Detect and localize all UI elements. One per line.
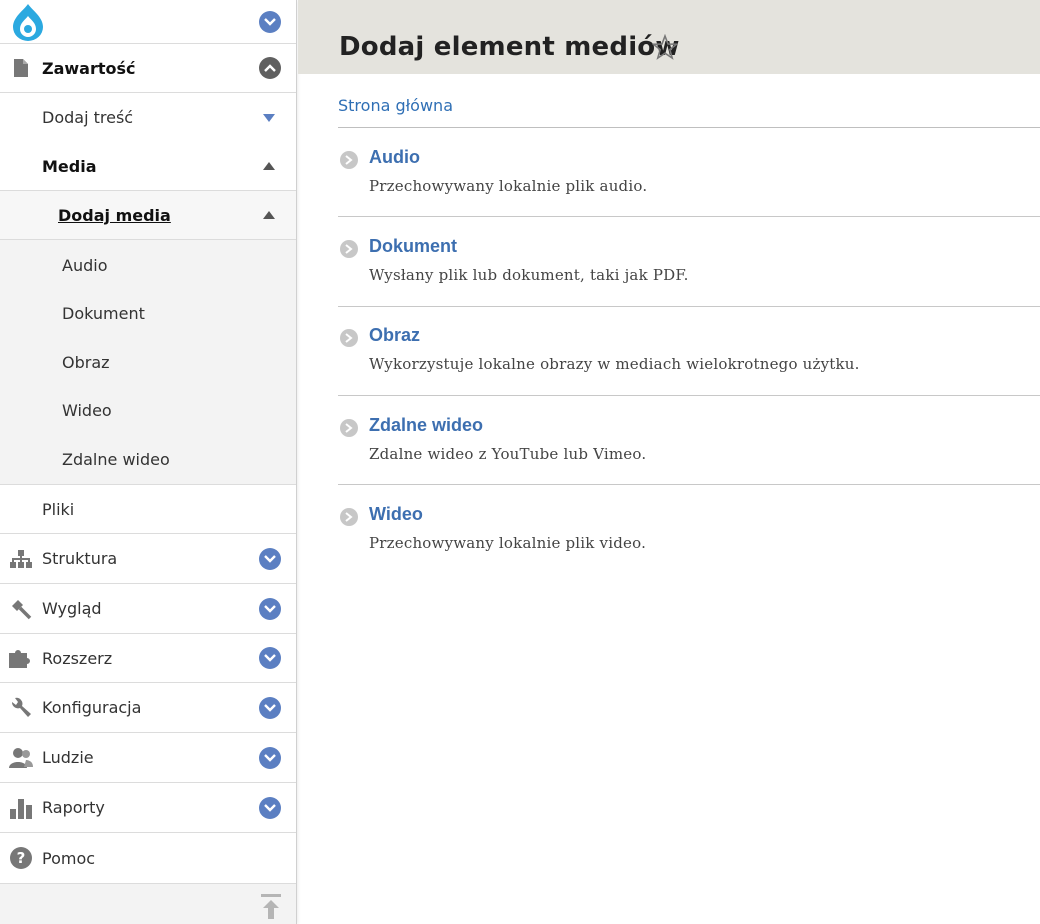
arrow-right-icon [340, 240, 358, 258]
help-icon: ? [8, 845, 34, 871]
sidebar-item-rozszerz[interactable]: Rozszerz [0, 634, 296, 683]
sidebar-item-label: Dodaj media [58, 205, 171, 225]
chevron-up-icon[interactable] [259, 57, 281, 79]
puzzle-icon [8, 645, 34, 671]
sidebar-subitem-zdalne-wideo[interactable]: Zdalne wideo [62, 450, 170, 469]
media-type-entry-wideo: Wideo Przechowywany lokalnie plik video. [338, 504, 1040, 554]
media-type-link[interactable]: Obraz [369, 325, 420, 346]
drupal-logo-icon[interactable] [9, 2, 47, 46]
sidebar-item-label: Zawartość [42, 58, 136, 78]
arrow-right-icon [340, 151, 358, 169]
arrow-right-icon [340, 329, 358, 347]
media-type-description: Zdalne wideo z YouTube lub Vimeo. [369, 445, 647, 463]
triangle-up-icon[interactable] [262, 161, 276, 171]
media-type-link[interactable]: Wideo [369, 504, 423, 525]
media-type-entry-obraz: Obraz Wykorzystuje lokalne obrazy w medi… [338, 325, 1040, 375]
collapse-sidebar-icon[interactable] [261, 894, 281, 924]
paintbrush-icon [8, 596, 34, 622]
submenu-dodaj-media: Audio Dokument Obraz Wideo Zdalne wideo [0, 240, 296, 485]
triangle-down-icon[interactable] [262, 113, 276, 123]
media-type-description: Przechowywany lokalnie plik audio. [369, 177, 648, 195]
sitemap-icon [8, 546, 34, 572]
breadcrumb-home-link[interactable]: Strona główna [338, 96, 453, 115]
media-type-link[interactable]: Zdalne wideo [369, 415, 483, 436]
sidebar-item-pliki[interactable]: Pliki [0, 485, 296, 534]
sidebar-item-struktura[interactable]: Struktura [0, 534, 296, 584]
document-icon [8, 55, 34, 81]
star-icon[interactable] [651, 33, 679, 60]
bar-chart-icon [8, 795, 34, 821]
page-title: Dodaj element mediów [339, 32, 680, 62]
people-icon [8, 745, 34, 771]
sidebar-footer [0, 883, 296, 924]
wrench-icon [8, 695, 34, 721]
divider [338, 216, 1040, 217]
sidebar-item-label: Struktura [42, 549, 118, 568]
divider [338, 306, 1040, 307]
sidebar-item-label: Wygląd [42, 599, 102, 618]
media-type-description: Przechowywany lokalnie plik video. [369, 534, 647, 552]
media-type-link[interactable]: Dokument [369, 236, 457, 257]
sidebar-item-media[interactable]: Media [0, 142, 296, 191]
sidebar-item-dodaj-media[interactable]: Dodaj media [0, 191, 296, 240]
chevron-down-icon[interactable] [259, 597, 281, 620]
triangle-up-icon[interactable] [262, 210, 276, 220]
sidebar-logo-row [0, 0, 296, 44]
chevron-down-icon[interactable] [259, 746, 281, 769]
media-type-description: Wykorzystuje lokalne obrazy w mediach wi… [369, 355, 860, 373]
media-type-link[interactable]: Audio [369, 147, 420, 168]
sidebar-item-label: Media [42, 156, 97, 176]
sidebar-item-pomoc[interactable]: ? Pomoc [0, 833, 296, 883]
divider [338, 127, 1040, 128]
sidebar-subitem-wideo[interactable]: Wideo [62, 401, 112, 420]
sidebar-item-label: Raporty [42, 798, 105, 817]
chevron-down-icon[interactable] [259, 547, 281, 570]
sidebar-subitem-audio[interactable]: Audio [62, 256, 107, 275]
sidebar-item-raporty[interactable]: Raporty [0, 783, 296, 833]
media-type-entry-zdalne-wideo: Zdalne wideo Zdalne wideo z YouTube lub … [338, 415, 1040, 465]
sidebar-item-label: Ludzie [42, 748, 94, 767]
sidebar-item-label: Konfiguracja [42, 698, 142, 717]
media-type-entry-dokument: Dokument Wysłany plik lub dokument, taki… [338, 236, 1040, 286]
sidebar-item-label: Dodaj treść [42, 108, 134, 127]
sidebar-item-zawartosc[interactable]: Zawartość [0, 44, 296, 93]
chevron-down-icon[interactable] [259, 647, 281, 669]
sidebar-item-wyglad[interactable]: Wygląd [0, 584, 296, 634]
sidebar-subitem-obraz[interactable]: Obraz [62, 353, 110, 372]
divider [338, 484, 1040, 485]
sidebar-item-label: Pomoc [42, 848, 96, 868]
chevron-down-icon[interactable] [259, 696, 281, 719]
sidebar-item-label: Rozszerz [42, 648, 113, 668]
toggle-menu-chevron-down-icon[interactable] [259, 10, 281, 33]
sidebar-item-ludzie[interactable]: Ludzie [0, 733, 296, 783]
chevron-down-icon[interactable] [259, 796, 281, 819]
arrow-right-icon [340, 419, 358, 437]
divider [338, 395, 1040, 396]
sidebar-item-label: Pliki [42, 499, 75, 519]
media-type-description: Wysłany plik lub dokument, taki jak PDF. [369, 266, 689, 284]
arrow-right-icon [340, 508, 358, 526]
sidebar-subitem-dokument[interactable]: Dokument [62, 304, 145, 323]
media-type-entry-audio: Audio Przechowywany lokalnie plik audio. [338, 147, 1040, 197]
admin-sidebar: Zawartość Dodaj treść Media Dodaj media … [0, 0, 297, 924]
sidebar-item-konfiguracja[interactable]: Konfiguracja [0, 683, 296, 733]
sidebar-item-dodaj-tresc[interactable]: Dodaj treść [0, 93, 296, 142]
svg-text:?: ? [17, 849, 26, 867]
